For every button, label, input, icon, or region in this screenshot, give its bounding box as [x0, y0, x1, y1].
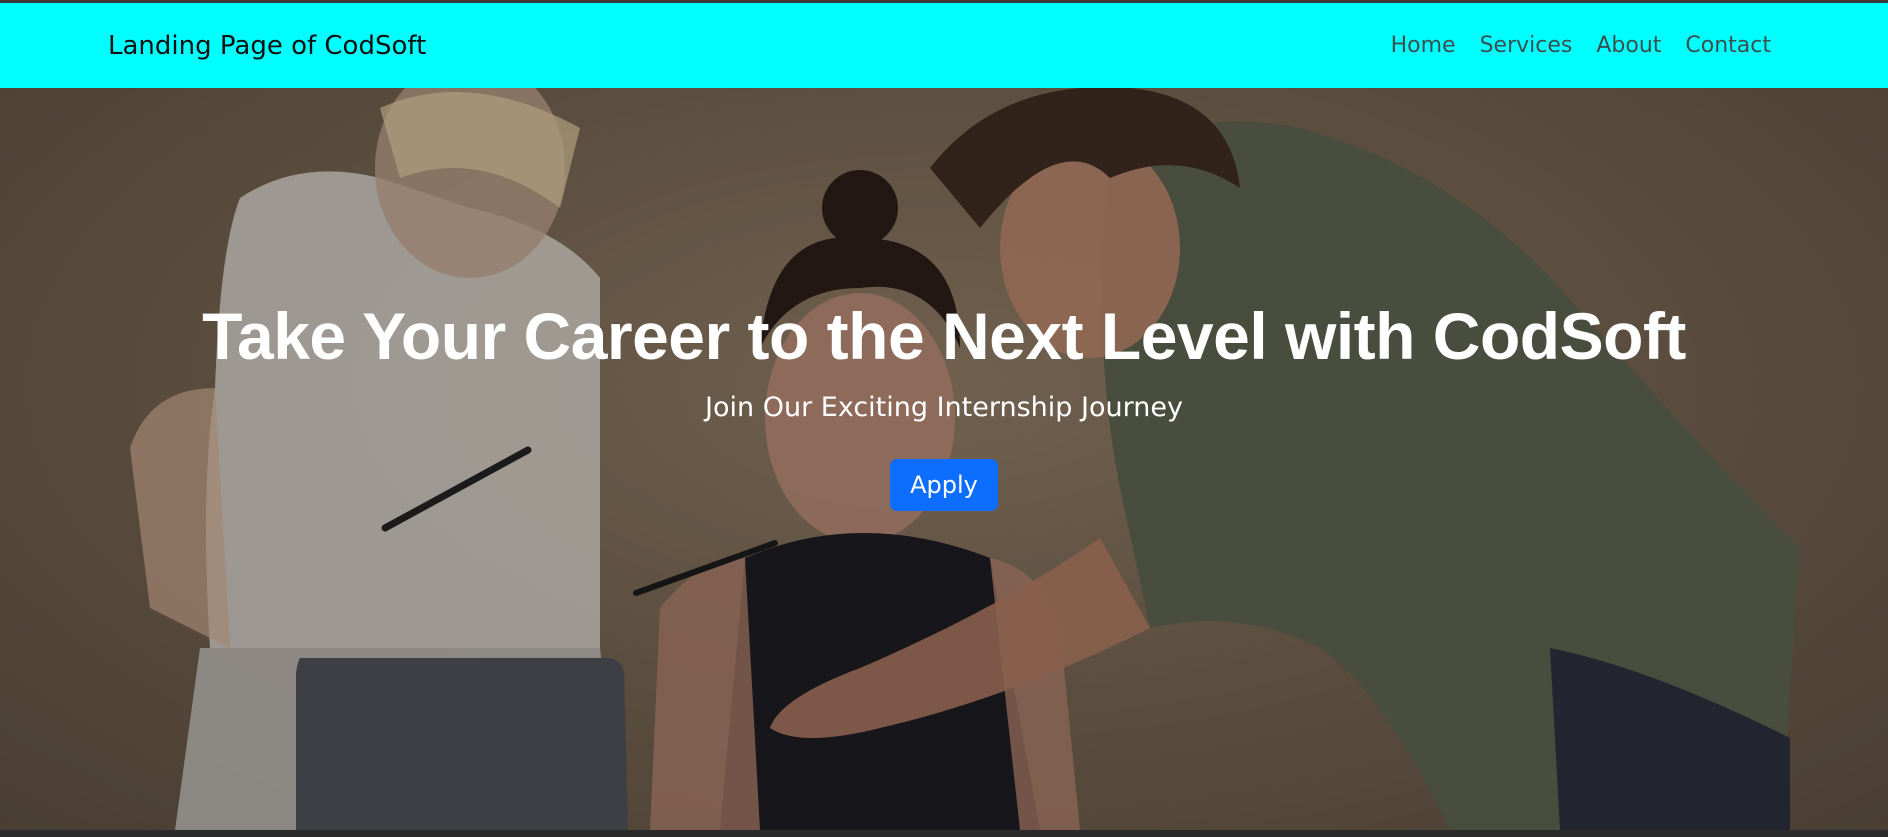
- nav-link-home[interactable]: Home: [1391, 33, 1456, 58]
- nav-links: Home Services About Contact: [1391, 33, 1771, 58]
- nav-link-services[interactable]: Services: [1480, 33, 1573, 58]
- navbar: Landing Page of CodSoft Home Services Ab…: [0, 3, 1888, 88]
- nav-link-about[interactable]: About: [1596, 33, 1661, 58]
- hero-subtitle: Join Our Exciting Internship Journey: [705, 392, 1183, 423]
- nav-link-contact[interactable]: Contact: [1685, 33, 1771, 58]
- hero-section: Take Your Career to the Next Level with …: [0, 88, 1888, 830]
- hero-content: Take Your Career to the Next Level with …: [0, 298, 1888, 511]
- brand-logo-text[interactable]: Landing Page of CodSoft: [108, 31, 426, 61]
- apply-button[interactable]: Apply: [890, 459, 998, 511]
- hero-title: Take Your Career to the Next Level with …: [202, 299, 1686, 373]
- window-bottom-edge: [0, 830, 1888, 837]
